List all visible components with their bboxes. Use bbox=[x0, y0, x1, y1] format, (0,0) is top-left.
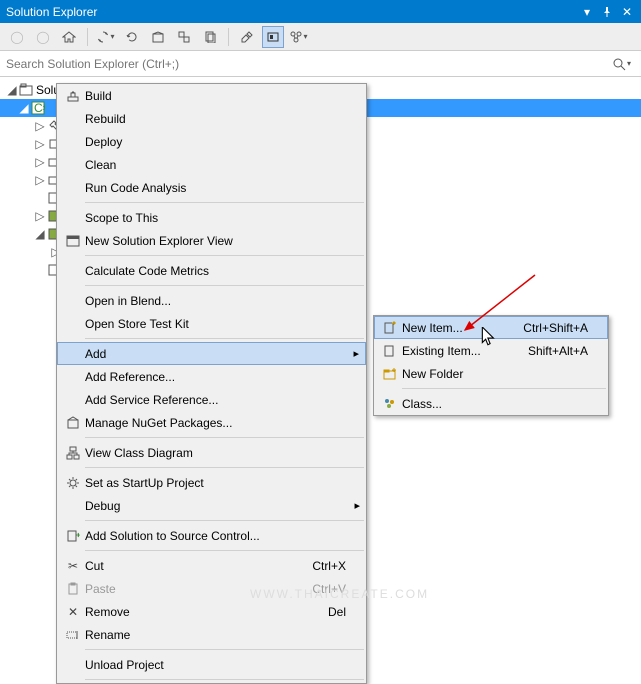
separator bbox=[87, 28, 88, 46]
back-icon[interactable]: ◯ bbox=[6, 26, 28, 48]
menu-separator bbox=[85, 649, 364, 650]
submenu-arrow-icon: ▸ bbox=[353, 347, 359, 360]
menu-separator bbox=[85, 437, 364, 438]
menu-add-reference[interactable]: Add Reference... bbox=[57, 365, 366, 388]
chevron-right-icon[interactable]: ▷ bbox=[34, 209, 46, 223]
gear-icon bbox=[61, 476, 85, 490]
csharp-icon: C# bbox=[30, 100, 46, 116]
nuget-icon bbox=[61, 416, 85, 430]
menu-nuget[interactable]: Manage NuGet Packages... bbox=[57, 411, 366, 434]
chevron-right-icon[interactable]: ▷ bbox=[34, 137, 46, 151]
hierarchy-icon[interactable]: ▾ bbox=[288, 26, 310, 48]
search-icon[interactable]: ▾ bbox=[608, 57, 635, 71]
menu-separator bbox=[85, 467, 364, 468]
cut-icon: ✂ bbox=[61, 559, 85, 573]
menu-run-code-analysis[interactable]: Run Code Analysis bbox=[57, 176, 366, 199]
chevron-down-icon[interactable]: ◢ bbox=[18, 101, 30, 115]
menu-new-solution-explorer[interactable]: New Solution Explorer View bbox=[57, 229, 366, 252]
menu-existing-item[interactable]: Existing Item...Shift+Alt+A bbox=[374, 339, 608, 362]
chevron-down-icon[interactable]: ◢ bbox=[34, 227, 46, 241]
close-icon[interactable]: ✕ bbox=[619, 4, 635, 20]
solution-icon bbox=[18, 82, 34, 98]
menu-separator bbox=[85, 202, 364, 203]
menu-unload[interactable]: Unload Project bbox=[57, 653, 366, 676]
menu-new-item[interactable]: New Item...Ctrl+Shift+A bbox=[374, 316, 608, 339]
menu-class[interactable]: Class... bbox=[374, 392, 608, 415]
chevron-right-icon[interactable]: ▷ bbox=[34, 119, 46, 133]
build-icon bbox=[61, 89, 85, 103]
source-control-icon bbox=[61, 529, 85, 543]
menu-add-service-reference[interactable]: Add Service Reference... bbox=[57, 388, 366, 411]
menu-separator bbox=[85, 338, 364, 339]
properties-icon[interactable] bbox=[236, 26, 258, 48]
search-input[interactable] bbox=[6, 57, 608, 71]
menu-separator bbox=[85, 679, 364, 680]
menu-separator bbox=[85, 285, 364, 286]
home-icon[interactable] bbox=[58, 26, 80, 48]
menu-view-class-diagram[interactable]: View Class Diagram bbox=[57, 441, 366, 464]
window-icon bbox=[61, 234, 85, 248]
menu-separator bbox=[402, 388, 606, 389]
menu-separator bbox=[85, 520, 364, 521]
existing-item-icon bbox=[378, 344, 402, 358]
menu-open-blend[interactable]: Open in Blend... bbox=[57, 289, 366, 312]
menu-rebuild[interactable]: Rebuild bbox=[57, 107, 366, 130]
chevron-down-icon[interactable]: ◢ bbox=[6, 83, 18, 97]
diagram-icon bbox=[61, 446, 85, 460]
menu-remove[interactable]: ✕RemoveDel bbox=[57, 600, 366, 623]
forward-icon[interactable]: ◯ bbox=[32, 26, 54, 48]
menu-cut[interactable]: ✂CutCtrl+X bbox=[57, 554, 366, 577]
submenu-arrow-icon: ▸ bbox=[354, 499, 360, 512]
window-buttons: ▾ ✕ bbox=[579, 4, 635, 20]
menu-separator bbox=[85, 255, 364, 256]
menu-add[interactable]: Add▸ bbox=[57, 342, 366, 365]
context-menu: Build Rebuild Deploy Clean Run Code Anal… bbox=[56, 83, 367, 684]
dropdown-icon[interactable]: ▾ bbox=[579, 4, 595, 20]
menu-scope[interactable]: Scope to This bbox=[57, 206, 366, 229]
chevron-right-icon[interactable]: ▷ bbox=[34, 173, 46, 187]
menu-rename[interactable]: Rename bbox=[57, 623, 366, 646]
chevron-right-icon[interactable]: ▷ bbox=[34, 155, 46, 169]
collapse-icon[interactable] bbox=[147, 26, 169, 48]
window-title: Solution Explorer bbox=[6, 5, 97, 19]
menu-startup[interactable]: Set as StartUp Project bbox=[57, 471, 366, 494]
separator bbox=[228, 28, 229, 46]
add-submenu: New Item...Ctrl+Shift+A Existing Item...… bbox=[373, 315, 609, 416]
refresh-icon[interactable] bbox=[121, 26, 143, 48]
menu-new-folder[interactable]: New Folder bbox=[374, 362, 608, 385]
paste-icon bbox=[61, 582, 85, 596]
pin-icon[interactable] bbox=[599, 4, 615, 20]
menu-deploy[interactable]: Deploy bbox=[57, 130, 366, 153]
menu-source-control[interactable]: Add Solution to Source Control... bbox=[57, 524, 366, 547]
title-bar: Solution Explorer ▾ ✕ bbox=[0, 0, 641, 23]
show-all-icon[interactable] bbox=[173, 26, 195, 48]
menu-debug[interactable]: Debug▸ bbox=[57, 494, 366, 517]
menu-separator bbox=[85, 550, 364, 551]
menu-clean[interactable]: Clean bbox=[57, 153, 366, 176]
search-row: ▾ bbox=[0, 51, 641, 77]
toolbar: ◯ ◯ ▾ ▾ bbox=[0, 23, 641, 51]
menu-build[interactable]: Build bbox=[57, 84, 366, 107]
menu-paste: PasteCtrl+V bbox=[57, 577, 366, 600]
copy-icon[interactable] bbox=[199, 26, 221, 48]
sync-icon[interactable]: ▾ bbox=[95, 26, 117, 48]
new-folder-icon bbox=[378, 367, 402, 381]
class-icon bbox=[378, 397, 402, 411]
menu-calc-metrics[interactable]: Calculate Code Metrics bbox=[57, 259, 366, 282]
menu-open-store[interactable]: Open Store Test Kit bbox=[57, 312, 366, 335]
new-item-icon bbox=[378, 321, 402, 335]
preview-icon[interactable] bbox=[262, 26, 284, 48]
remove-icon: ✕ bbox=[61, 605, 85, 619]
svg-text:C#: C# bbox=[34, 101, 45, 115]
rename-icon bbox=[61, 628, 85, 642]
